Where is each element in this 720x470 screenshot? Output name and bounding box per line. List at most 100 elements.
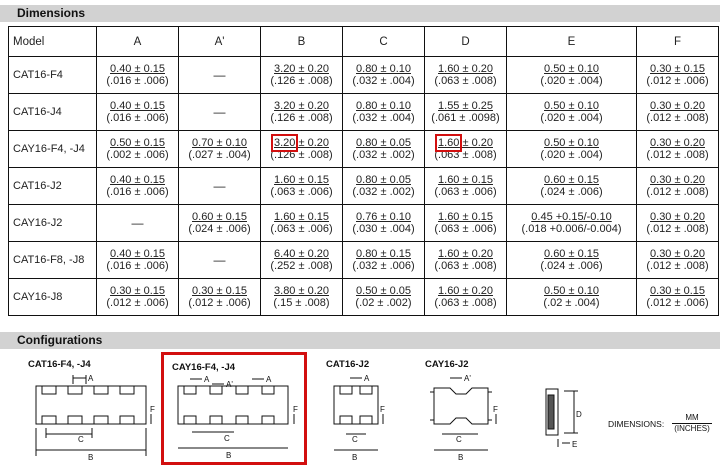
dimension-cell: 0.40 ± 0.15 (.016 ± .006) <box>96 93 179 131</box>
value-mm: 0.60 ± 0.15 <box>192 211 247 223</box>
value-mm: 0.50 ± 0.15 <box>110 137 165 149</box>
value-inches: (.012 ± .006) <box>188 297 251 309</box>
value-mm: 0.30 ± 0.20 <box>650 100 705 112</box>
dimension-cell: 1.60 ± 0.15 (.063 ± .006) <box>424 204 507 242</box>
table-row: CAY16-J2—0.60 ± 0.15 (.024 ± .006) 1.60 ± … <box>8 204 719 242</box>
dimension-cell: 1.60 ± 0.20 (.063 ± .008) <box>424 56 507 94</box>
dim-letter-a: A <box>204 375 210 384</box>
value-inches: (.002 ± .006) <box>106 149 169 161</box>
configurations-section-header: Configurations <box>0 332 720 349</box>
value-mm: 3.20 ± 0.20 <box>274 63 329 75</box>
value-mm: 0.45 +0.15/-0.10 <box>531 211 612 223</box>
dim-letter-e: E <box>572 440 577 449</box>
value-tolerance: ± 0.20 <box>295 137 329 149</box>
dim-letter-f: F <box>380 405 385 414</box>
dimension-cell: 1.60 ± 0.20 (.063 ± .008) <box>424 241 507 279</box>
value-inches: (.032 ± .004) <box>352 112 415 124</box>
dimension-cell: 0.60 ± 0.15 (.024 ± .006) <box>506 241 637 279</box>
dimensions-table: Model A A' B C D E F CAT16-F4 0.40 ± 0.15 (.016 ±… <box>8 26 719 316</box>
diagram-cay16-f4-j4: A A A' C B F <box>177 375 298 460</box>
dimension-cell: — <box>178 241 261 279</box>
value-mm: 1.55 ± 0.25 <box>438 100 493 112</box>
value-mm: 0.30 ± 0.20 <box>650 248 705 260</box>
dimensions-section-header: Dimensions <box>0 5 720 22</box>
value-inches: (.030 ± .004) <box>352 223 415 235</box>
config-label-cat16-f4-j4: CAT16-F4, -J4 <box>28 359 91 370</box>
value-inches: (.032 ± .004) <box>352 75 415 87</box>
value-inches: (.020 ± .004) <box>540 75 603 87</box>
value-inches: (.016 ± .006) <box>106 260 169 272</box>
dimension-cell: 0.80 ± 0.05 (.032 ± .002) <box>342 167 425 205</box>
value-inches: (.024 ± .006) <box>540 186 603 198</box>
value-inches: (.012 ± .008) <box>646 112 709 124</box>
dimension-cell: 0.80 ± 0.05 (.032 ± .002) <box>342 130 425 168</box>
value-mm: 0.50 ± 0.10 <box>544 63 599 75</box>
dimension-cell: 6.40 ± 0.20 (.252 ± .008) <box>260 241 343 279</box>
value-inches: (.061 ± .0098) <box>431 112 500 124</box>
value-mm: 0.50 ± 0.10 <box>544 285 599 297</box>
dim-letter-f: F <box>150 405 155 414</box>
column-header-7: F <box>636 26 719 57</box>
dim-letter-c: C <box>78 435 84 444</box>
value-inches: (.020 ± .004) <box>540 149 603 161</box>
value-inches: (.027 ± .004) <box>188 149 251 161</box>
value-inches: (.012 ± .008) <box>646 186 709 198</box>
dim-letter-c: C <box>224 434 230 443</box>
value-inches: (.15 ± .008) <box>273 297 330 309</box>
value-inches: (.063 ± .006) <box>434 186 497 198</box>
model-cell: CAT16-J4 <box>8 93 97 131</box>
value-inches: (.032 ± .002) <box>352 186 415 198</box>
dimension-cell: 0.50 ± 0.10 (.02 ± .004) <box>506 278 637 316</box>
units-fraction: MM (INCHES) <box>672 413 712 434</box>
value-mm: 0.70 ± 0.10 <box>192 137 247 149</box>
dimension-cell: 0.30 ± 0.15 (.012 ± .006) <box>636 56 719 94</box>
dimension-cell: 0.30 ± 0.15 (.012 ± .006) <box>636 278 719 316</box>
value-mm: 0.60 ± 0.15 <box>544 248 599 260</box>
diagram-cat16-f4-j4: A C B F <box>35 374 155 462</box>
value-inches: (.016 ± .006) <box>106 75 169 87</box>
dimension-cell: 0.60 ± 0.15 (.024 ± .006) <box>178 204 261 242</box>
highlighted-value: 1.60 <box>434 134 463 152</box>
config-label-cay16-j2: CAY16-J2 <box>425 359 469 370</box>
dimension-cell: 0.30 ± 0.15 (.012 ± .006) <box>96 278 179 316</box>
dimension-cell: 1.60 ± 0.20 (.063 ± .008) <box>424 278 507 316</box>
not-applicable-dash: — <box>213 179 226 193</box>
value-inches: (.063 ± .008) <box>434 297 497 309</box>
dimension-cell: 0.50 ± 0.10 (.020 ± .004) <box>506 93 637 131</box>
dim-letter-b: B <box>458 453 463 462</box>
value-inches: (.012 ± .006) <box>646 75 709 87</box>
dimension-cell: 3.20 ± 0.20 (.126 ± .008) <box>260 130 343 168</box>
dimension-cell: 1.60 ± 0.20 (.063 ± .008) <box>424 130 507 168</box>
value-inches: (.024 ± .006) <box>188 223 251 235</box>
value-mm: 0.30 ± 0.15 <box>110 285 165 297</box>
value-inches: (.063 ± .006) <box>434 223 497 235</box>
table-row: CAT16-J2 0.40 ± 0.15 (.016 ± .006) —1.60 ± … <box>8 167 719 205</box>
dimension-cell: — <box>178 167 261 205</box>
table-header-row: Model A A' B C D E F <box>8 26 719 57</box>
units-bottom: (INCHES) <box>674 424 710 433</box>
dimension-cell: 0.40 ± 0.15 (.016 ± .006) <box>96 167 179 205</box>
dimension-cell: 3.20 ± 0.20 (.126 ± .008) <box>260 93 343 131</box>
dimension-cell: 1.60 ± 0.15 (.063 ± .006) <box>260 204 343 242</box>
table-row: CAY16-F4, -J4 0.50 ± 0.15 (.002 ± .006) 0.7… <box>8 130 719 168</box>
value-inches: (.012 ± .008) <box>646 149 709 161</box>
column-header-6: E <box>506 26 637 57</box>
value-inches: (.012 ± .006) <box>646 297 709 309</box>
value-mm: 3.20 ± 0.20 <box>261 134 342 152</box>
dim-letter-f: F <box>493 405 498 414</box>
value-inches: (.032 ± .002) <box>352 149 415 161</box>
value-inches: (.012 ± .008) <box>646 260 709 272</box>
value-mm: 1.60 ± 0.20 <box>425 134 506 152</box>
value-mm: 1.60 ± 0.20 <box>438 285 493 297</box>
value-inches: (.016 ± .006) <box>106 112 169 124</box>
value-inches: (.032 ± .006) <box>352 260 415 272</box>
value-inches: (.252 ± .008) <box>270 260 333 272</box>
value-inches: (.126 ± .008) <box>270 75 333 87</box>
dimension-cell: 0.40 ± 0.15 (.016 ± .006) <box>96 241 179 279</box>
value-mm: 0.50 ± 0.10 <box>544 100 599 112</box>
dimension-cell: 0.70 ± 0.10 (.027 ± .004) <box>178 130 261 168</box>
model-cell: CAT16-F4 <box>8 56 97 94</box>
value-mm: 1.60 ± 0.15 <box>274 211 329 223</box>
column-header-3: B <box>260 26 343 57</box>
dimension-cell: 1.60 ± 0.15 (.063 ± .006) <box>260 167 343 205</box>
